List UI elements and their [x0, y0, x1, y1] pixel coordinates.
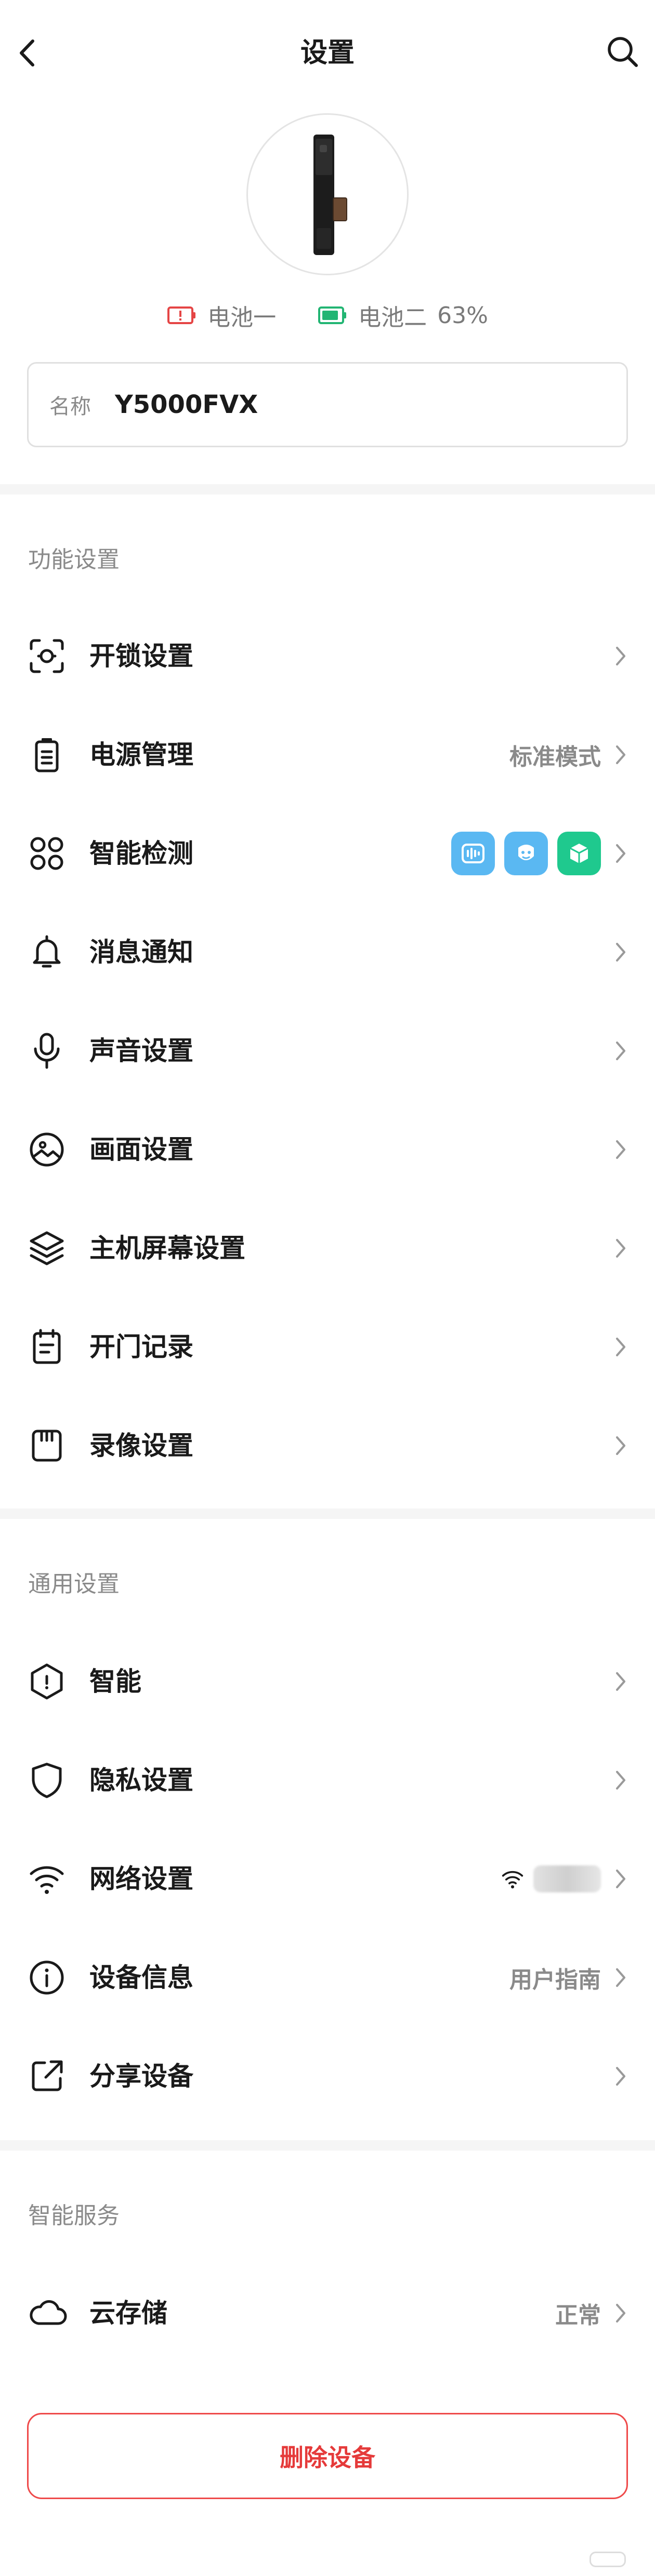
voice-detection-badge	[451, 832, 495, 875]
top-bar: 设置	[0, 0, 655, 104]
calendar-list-icon	[33, 1329, 61, 1364]
battery-two: 电池二 63%	[318, 299, 488, 332]
face-detection-badge	[504, 832, 548, 875]
chevron-right-icon	[616, 745, 625, 764]
user-guide-link[interactable]: 用户指南	[509, 1961, 601, 1994]
row-host-screen-settings[interactable]: 主机屏幕设置	[0, 1209, 655, 1287]
row-device-info[interactable]: 设备信息 用户指南	[0, 1939, 655, 2017]
chevron-right-icon	[616, 1870, 625, 1888]
name-label: 名称	[49, 395, 91, 419]
sd-card-icon	[32, 1430, 62, 1462]
chevron-right-icon	[616, 2304, 625, 2323]
power-mode-value: 标准模式	[509, 744, 601, 770]
row-label: 声音设置	[89, 1036, 193, 1066]
share-external-icon	[32, 2060, 63, 2091]
section-title-service: 智能服务	[28, 2203, 120, 2229]
search-button[interactable]	[602, 31, 644, 73]
package-detection-badge	[557, 832, 601, 875]
microphone-icon	[34, 1033, 60, 1069]
cloud-icon	[30, 2300, 67, 2325]
row-smart[interactable]: 智能	[0, 1643, 655, 1720]
chevron-right-icon	[616, 2067, 625, 2086]
row-label: 隐私设置	[89, 1765, 193, 1795]
cloud-status-value: 正常	[555, 2302, 601, 2329]
battery-two-label: 电池二	[358, 304, 427, 331]
row-cloud-storage[interactable]: 云存储 正常	[0, 2274, 655, 2352]
section-title-general: 通用设置	[28, 1571, 120, 1597]
battery-status-row: 电池一 电池二 63%	[0, 299, 655, 332]
smart-lock-image	[313, 135, 347, 255]
info-icon	[30, 1960, 64, 1995]
battery-high-icon	[318, 306, 347, 324]
row-recording-settings[interactable]: 录像设置	[0, 1407, 655, 1485]
page-title: 设置	[300, 37, 355, 69]
section-divider	[0, 1509, 655, 1519]
layers-icon	[30, 1231, 64, 1265]
chevron-right-icon	[616, 1338, 625, 1356]
name-value[interactable]: Y5000FVX	[115, 390, 258, 419]
row-door-records[interactable]: 开门记录	[0, 1308, 655, 1386]
row-label: 画面设置	[89, 1134, 193, 1165]
section-divider	[0, 484, 655, 495]
battery-one-label: 电池一	[207, 304, 277, 331]
audio-wave-icon	[462, 844, 484, 863]
chevron-right-icon	[616, 647, 625, 665]
corner-indicator	[590, 2552, 626, 2567]
row-label: 云存储	[89, 2298, 167, 2328]
chevron-right-icon	[616, 1771, 625, 1790]
section-title-function: 功能设置	[28, 546, 120, 573]
chevron-right-icon	[616, 943, 625, 962]
chevron-right-icon	[616, 1239, 625, 1258]
row-network-settings[interactable]: 网络设置	[0, 1840, 655, 1918]
delete-device-button[interactable]: 删除设备	[27, 2413, 628, 2499]
bell-icon	[33, 935, 61, 968]
battery-two-level: 63%	[437, 302, 488, 329]
row-label: 网络设置	[89, 1864, 193, 1894]
face-icon	[518, 845, 534, 860]
chevron-right-icon	[616, 1672, 625, 1691]
row-label: 开门记录	[89, 1332, 193, 1362]
row-label: 录像设置	[89, 1431, 193, 1461]
chevron-right-icon	[616, 1436, 625, 1455]
row-label: 开锁设置	[89, 641, 193, 671]
row-notifications[interactable]: 消息通知	[0, 913, 655, 991]
row-label: 智能	[89, 1666, 141, 1697]
row-unlock-settings[interactable]: 开锁设置	[0, 617, 655, 695]
row-label: 电源管理	[89, 740, 193, 770]
row-power-management[interactable]: 电源管理 标准模式	[0, 716, 655, 794]
row-label: 主机屏幕设置	[89, 1233, 245, 1263]
row-share-device[interactable]: 分享设备	[0, 2037, 655, 2115]
row-picture-settings[interactable]: 画面设置	[0, 1111, 655, 1189]
chevron-right-icon	[616, 1140, 625, 1159]
row-smart-detection[interactable]: 智能检测	[0, 815, 655, 892]
shield-icon	[32, 1763, 62, 1798]
wifi-name-blurred	[533, 1865, 601, 1892]
row-label: 智能检测	[89, 838, 193, 869]
scan-face-icon	[30, 639, 64, 673]
chevron-right-icon	[616, 1968, 625, 1987]
battery-low-icon	[167, 306, 196, 324]
row-sound-settings[interactable]: 声音设置	[0, 1012, 655, 1090]
hexagon-info-icon	[31, 1663, 63, 1700]
section-divider	[0, 2140, 655, 2151]
search-icon	[608, 37, 638, 67]
image-circle-icon	[30, 1132, 64, 1167]
row-label: 设备信息	[89, 1963, 193, 1993]
battery-one: 电池一	[167, 299, 276, 332]
cube-icon	[570, 844, 588, 863]
grid-circles-icon	[30, 837, 63, 870]
row-privacy-settings[interactable]: 隐私设置	[0, 1741, 655, 1819]
row-label: 分享设备	[89, 2061, 193, 2091]
device-image	[246, 113, 409, 275]
device-name-field[interactable]: 名称 Y5000FVX	[27, 362, 628, 447]
chevron-right-icon	[616, 1042, 625, 1060]
wifi-signal-icon	[502, 1871, 523, 1889]
chevron-right-icon	[616, 844, 625, 863]
battery-vertical-icon	[35, 738, 59, 772]
wifi-icon	[30, 1866, 64, 1894]
row-label: 消息通知	[89, 937, 193, 967]
